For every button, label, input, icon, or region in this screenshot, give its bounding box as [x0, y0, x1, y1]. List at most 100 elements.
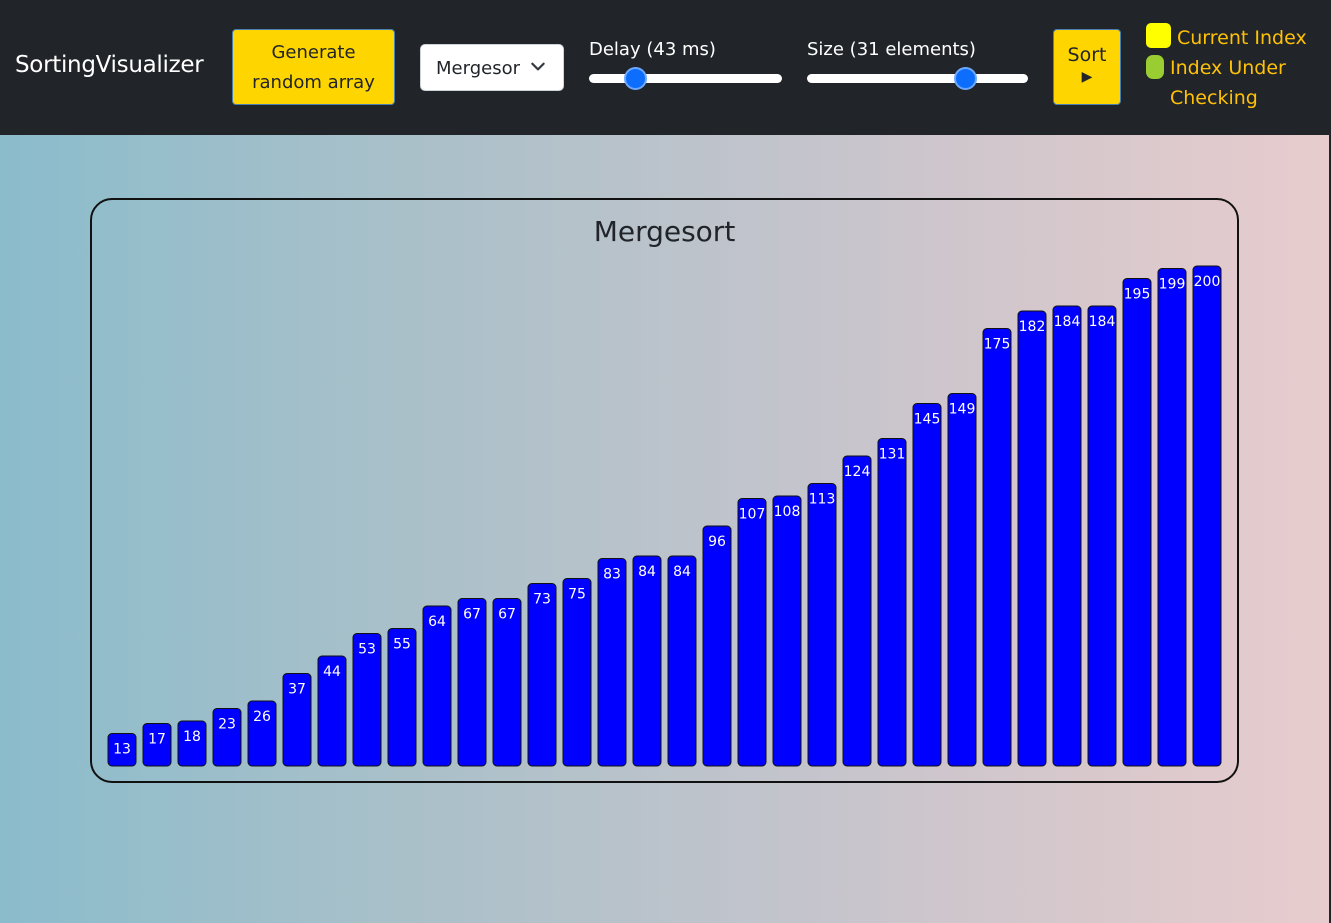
navbar: SortingVisualizer Generate random array …: [0, 0, 1329, 135]
bar-value-label: 182: [1019, 319, 1046, 335]
bar-rect: [772, 495, 802, 767]
bar: 73: [527, 583, 557, 767]
bar-rect: [1017, 310, 1047, 767]
bar-rect: [1122, 278, 1152, 767]
bar-value-label: 18: [183, 729, 201, 745]
bar-rect: [667, 555, 697, 767]
generate-label-line1: Generate: [271, 42, 356, 63]
size-slider-thumb[interactable]: [954, 67, 977, 90]
bar-rect: [597, 558, 627, 767]
bar-rect: [492, 598, 522, 767]
bar-value-label: 26: [253, 709, 271, 725]
bar-value-label: 108: [774, 504, 801, 520]
current-index-swatch: [1146, 23, 1171, 48]
bar: 53: [352, 633, 382, 767]
bar-value-label: 53: [358, 642, 376, 658]
delay-label: Delay (43 ms): [589, 39, 716, 60]
bar: 124: [842, 455, 872, 767]
bar: 175: [982, 328, 1012, 767]
bar-rect: [877, 438, 907, 767]
algorithm-select[interactable]: Mergesort: [420, 44, 564, 91]
bar: 107: [737, 498, 767, 767]
legend-under-checking-line2: Checking: [1170, 87, 1258, 109]
size-slider[interactable]: [807, 67, 1028, 90]
bar: 145: [912, 403, 942, 767]
bar-rect: [632, 555, 662, 767]
visualizer-panel: Mergesort 13 17 18 23 26 37 44 53 55 64 67 67 73 75 83…: [90, 198, 1239, 783]
bar: 67: [457, 598, 487, 767]
bar-rect: [527, 583, 557, 767]
bar-rect: [1052, 305, 1082, 767]
bar-rect: [947, 393, 977, 767]
sort-button-label: Sort: [1067, 44, 1107, 66]
bar-value-label: 124: [844, 464, 871, 480]
bar: 131: [877, 438, 907, 767]
bar: 84: [632, 555, 662, 767]
generate-label-line2: random array: [252, 72, 375, 93]
bar-value-label: 96: [708, 534, 726, 550]
bar: 113: [807, 483, 837, 767]
bar-value-label: 149: [949, 402, 976, 418]
bar-value-label: 37: [288, 682, 306, 698]
bar: 199: [1157, 268, 1187, 767]
generate-array-button[interactable]: Generate random array: [232, 29, 395, 105]
bar-chart: 13 17 18 23 26 37 44 53 55 64 67 67 73 75 83 84 84 96 107 1…: [107, 265, 1222, 767]
delay-slider[interactable]: [589, 67, 782, 90]
bar-value-label: 199: [1159, 277, 1186, 293]
bar: 200: [1192, 265, 1222, 767]
bar: 184: [1087, 305, 1117, 767]
bar: 184: [1052, 305, 1082, 767]
bar-value-label: 195: [1124, 287, 1151, 303]
bar-rect: [912, 403, 942, 767]
bar: 96: [702, 525, 732, 767]
bar: 55: [387, 628, 417, 767]
bar-value-label: 64: [428, 614, 446, 630]
bar-value-label: 13: [113, 742, 131, 758]
bar-value-label: 145: [914, 412, 941, 428]
bar-value-label: 17: [148, 732, 166, 748]
bar-rect: [807, 483, 837, 767]
algorithm-select-value: Mergesort: [436, 58, 520, 79]
bar: 23: [212, 708, 242, 767]
bar: 67: [492, 598, 522, 767]
bar-value-label: 55: [393, 637, 411, 653]
bar: 18: [177, 720, 207, 767]
bar-value-label: 75: [568, 587, 586, 603]
bar-rect: [982, 328, 1012, 767]
bar-value-label: 107: [739, 507, 766, 523]
play-icon: ▶: [1081, 69, 1093, 85]
legend-current-index: Current Index: [1177, 27, 1307, 49]
bar-rect: [1192, 265, 1222, 767]
bar: 17: [142, 723, 172, 767]
sort-button[interactable]: Sort ▶: [1053, 29, 1121, 105]
bar-rect: [1087, 305, 1117, 767]
bar-value-label: 113: [809, 492, 836, 508]
bar-value-label: 131: [879, 447, 906, 463]
bar: 64: [422, 605, 452, 767]
bar-rect: [562, 578, 592, 767]
bar-rect: [422, 605, 452, 767]
index-checking-swatch: [1146, 55, 1164, 79]
bar-value-label: 200: [1194, 274, 1221, 290]
delay-slider-thumb[interactable]: [624, 67, 647, 90]
bar: 44: [317, 655, 347, 767]
bar-rect: [457, 598, 487, 767]
bar-value-label: 175: [984, 337, 1011, 353]
bar-value-label: 84: [673, 564, 691, 580]
bar-value-label: 73: [533, 592, 551, 608]
bar-value-label: 184: [1089, 314, 1116, 330]
chevron-down-icon: [531, 62, 545, 71]
bar: 182: [1017, 310, 1047, 767]
bar-value-label: 83: [603, 567, 621, 583]
bar: 37: [282, 673, 312, 767]
bar-rect: [737, 498, 767, 767]
bar-value-label: 67: [498, 607, 516, 623]
size-label: Size (31 elements): [807, 39, 976, 60]
bar-rect: [702, 525, 732, 767]
bar-value-label: 84: [638, 564, 656, 580]
bar-value-label: 23: [218, 717, 236, 733]
bar-value-label: 184: [1054, 314, 1081, 330]
bar: 75: [562, 578, 592, 767]
brand-title[interactable]: SortingVisualizer: [15, 52, 204, 78]
bar-rect: [842, 455, 872, 767]
